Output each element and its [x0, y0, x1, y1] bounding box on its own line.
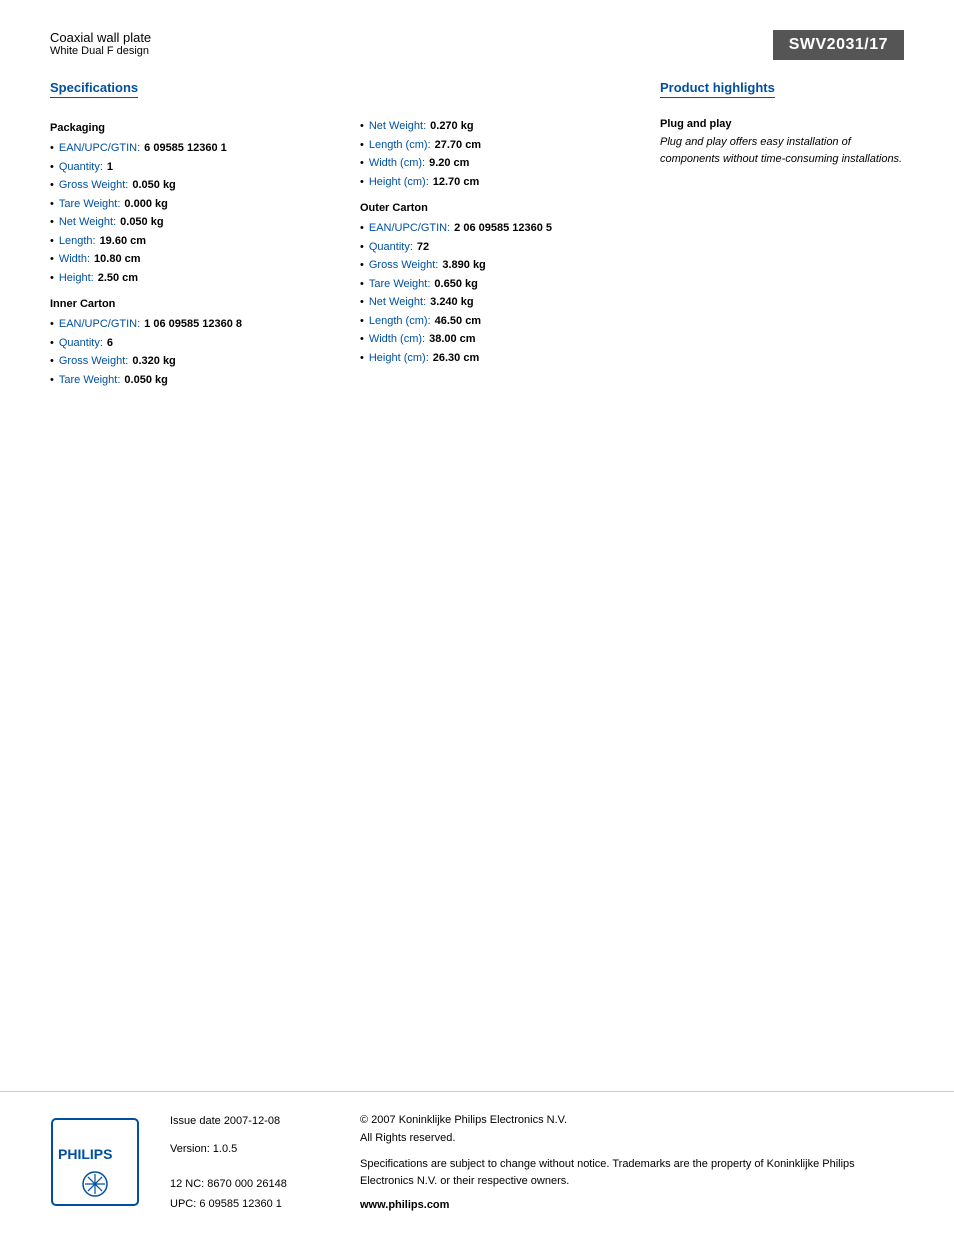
spec-value: 6 — [107, 335, 113, 352]
spec-label: Width (cm): — [369, 155, 425, 172]
spec-label: Tare Weight: — [369, 276, 431, 293]
list-item: Gross Weight: 3.890 kg — [360, 257, 630, 274]
inner-carton-list: EAN/UPC/GTIN: 1 06 09585 12360 8 Quantit… — [50, 316, 320, 388]
spec-label: Width: — [59, 251, 90, 268]
list-item: Length (cm): 46.50 cm — [360, 313, 630, 330]
spec-value: 6 09585 12360 1 — [144, 140, 227, 157]
spec-value: 0.650 kg — [434, 276, 477, 293]
nc-number: 12 NC: 8670 000 26148 — [170, 1175, 330, 1195]
copyright-text: © 2007 Koninklijke Philips Electronics N… — [360, 1112, 904, 1130]
spec-value: 9.20 cm — [429, 155, 469, 172]
list-item: Net Weight: 0.050 kg — [50, 214, 320, 231]
list-item: EAN/UPC/GTIN: 1 06 09585 12360 8 — [50, 316, 320, 333]
spec-label: Quantity: — [59, 159, 103, 176]
spec-value: 3.240 kg — [430, 294, 473, 311]
spec-label: Length (cm): — [369, 313, 431, 330]
spec-value: 46.50 cm — [435, 313, 481, 330]
list-item: Quantity: 1 — [50, 159, 320, 176]
spec-label: Quantity: — [59, 335, 103, 352]
list-item: Quantity: 6 — [50, 335, 320, 352]
footer: PHILIPS Issue date 2007-12-08 Version: 1… — [0, 1091, 954, 1235]
product-title: Coaxial wall plate — [50, 30, 773, 45]
spec-value: 1 06 09585 12360 8 — [144, 316, 242, 333]
list-item: Length: 19.60 cm — [50, 233, 320, 250]
list-item: Gross Weight: 0.050 kg — [50, 177, 320, 194]
list-item: Net Weight: 0.270 kg — [360, 118, 630, 135]
list-item: Height: 2.50 cm — [50, 270, 320, 287]
spec-label: Length: — [59, 233, 96, 250]
spec-label: Net Weight: — [59, 214, 116, 231]
footer-center: Issue date 2007-12-08 Version: 1.0.5 12 … — [170, 1112, 330, 1215]
spec-value: 12.70 cm — [433, 174, 479, 191]
specifications-heading: Specifications — [50, 80, 138, 98]
spec-label: Length (cm): — [369, 137, 431, 154]
philips-logo: PHILIPS — [50, 1117, 140, 1210]
version: Version: 1.0.5 — [170, 1140, 330, 1160]
list-item: Tare Weight: 0.000 kg — [50, 196, 320, 213]
list-item: Width: 10.80 cm — [50, 251, 320, 268]
disclaimer-text: Specifications are subject to change wit… — [360, 1156, 904, 1191]
inner-carton-heading: Inner Carton — [50, 298, 320, 310]
spec-value: 0.000 kg — [124, 196, 167, 213]
product-subtitle: White Dual F design — [50, 45, 773, 57]
spec-value: 0.270 kg — [430, 118, 473, 135]
spec-label: EAN/UPC/GTIN: — [59, 316, 140, 333]
website-link[interactable]: www.philips.com — [360, 1197, 904, 1215]
outer-carton-heading: Outer Carton — [360, 202, 630, 214]
list-item: Tare Weight: 0.050 kg — [50, 372, 320, 389]
spec-label: Gross Weight: — [59, 353, 129, 370]
list-item: Quantity: 72 — [360, 239, 630, 256]
spec-value: 27.70 cm — [435, 137, 481, 154]
spec-label: Height: — [59, 270, 94, 287]
spec-label: Net Weight: — [369, 294, 426, 311]
spec-label: Gross Weight: — [369, 257, 439, 274]
plug-and-play-text: Plug and play offers easy installation o… — [660, 134, 904, 167]
list-item: EAN/UPC/GTIN: 6 09585 12360 1 — [50, 140, 320, 157]
spec-value: 26.30 cm — [433, 350, 479, 367]
list-item: Length (cm): 27.70 cm — [360, 137, 630, 154]
spec-value: 2 06 09585 12360 5 — [454, 220, 552, 237]
packaging-heading: Packaging — [50, 122, 320, 134]
spec-value: 1 — [107, 159, 113, 176]
spec-value: 0.050 kg — [120, 214, 163, 231]
packaging-right-list: Net Weight: 0.270 kg Length (cm): 27.70 … — [360, 118, 630, 190]
spec-label: Gross Weight: — [59, 177, 129, 194]
spec-label: Net Weight: — [369, 118, 426, 135]
model-number: SWV2031/17 — [773, 30, 904, 60]
packaging-list: EAN/UPC/GTIN: 6 09585 12360 1 Quantity: … — [50, 140, 320, 286]
list-item: Width (cm): 9.20 cm — [360, 155, 630, 172]
svg-text:PHILIPS: PHILIPS — [58, 1146, 112, 1162]
spec-label: EAN/UPC/GTIN: — [59, 140, 140, 157]
spec-value: 10.80 cm — [94, 251, 140, 268]
plug-and-play-heading: Plug and play — [660, 118, 904, 130]
product-highlights-heading: Product highlights — [660, 80, 775, 98]
spec-value: 72 — [417, 239, 429, 256]
footer-right: © 2007 Koninklijke Philips Electronics N… — [360, 1112, 904, 1214]
spec-value: 3.890 kg — [442, 257, 485, 274]
spec-label: EAN/UPC/GTIN: — [369, 220, 450, 237]
spec-value: 0.320 kg — [132, 353, 175, 370]
list-item: Gross Weight: 0.320 kg — [50, 353, 320, 370]
spec-label: Tare Weight: — [59, 372, 121, 389]
upc-number: UPC: 6 09585 12360 1 — [170, 1195, 330, 1215]
spec-label: Height (cm): — [369, 174, 429, 191]
list-item: Tare Weight: 0.650 kg — [360, 276, 630, 293]
spec-label: Quantity: — [369, 239, 413, 256]
rights-text: All Rights reserved. — [360, 1130, 904, 1148]
spec-label: Width (cm): — [369, 331, 425, 348]
list-item: Height (cm): 12.70 cm — [360, 174, 630, 191]
spec-value: 38.00 cm — [429, 331, 475, 348]
list-item: EAN/UPC/GTIN: 2 06 09585 12360 5 — [360, 220, 630, 237]
list-item: Width (cm): 38.00 cm — [360, 331, 630, 348]
spec-value: 19.60 cm — [100, 233, 146, 250]
spec-value: 2.50 cm — [98, 270, 138, 287]
spec-value: 0.050 kg — [124, 372, 167, 389]
spec-value: 0.050 kg — [132, 177, 175, 194]
issue-date: Issue date 2007-12-08 — [170, 1112, 330, 1132]
outer-carton-list: EAN/UPC/GTIN: 2 06 09585 12360 5 Quantit… — [360, 220, 630, 366]
list-item: Net Weight: 3.240 kg — [360, 294, 630, 311]
spec-label: Tare Weight: — [59, 196, 121, 213]
spec-label: Height (cm): — [369, 350, 429, 367]
list-item: Height (cm): 26.30 cm — [360, 350, 630, 367]
